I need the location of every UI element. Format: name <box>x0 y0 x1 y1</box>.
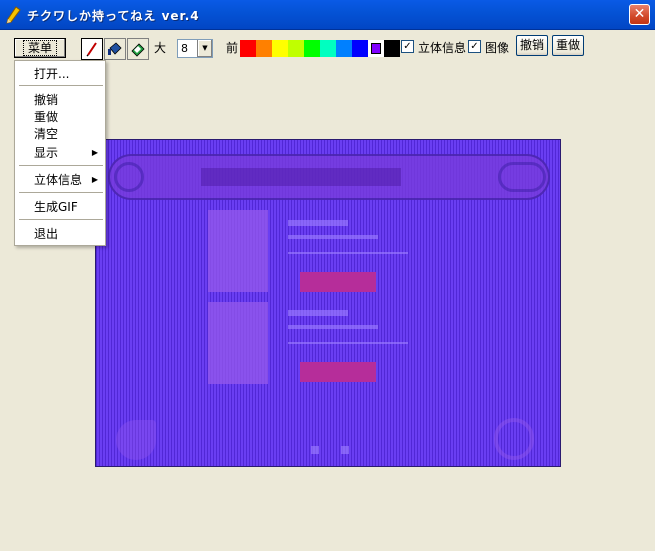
submenu-arrow-icon: ▶ <box>91 148 98 157</box>
pencil-icon <box>86 42 97 57</box>
menu-separator <box>19 192 103 193</box>
color-swatch-1[interactable] <box>256 40 272 57</box>
image-line <box>288 252 408 254</box>
eraser-icon <box>131 43 145 57</box>
menu-item-stereo[interactable]: 立体信息 ▶ <box>15 172 105 188</box>
pencil-app-icon <box>6 6 21 24</box>
bucket-icon <box>108 42 122 55</box>
image-line <box>288 220 348 226</box>
color-swatch-4[interactable] <box>304 40 320 57</box>
foreground-label: 前 <box>226 41 239 55</box>
eraser-tool-button[interactable] <box>127 38 149 60</box>
color-swatch-6[interactable] <box>336 40 352 57</box>
undo-button[interactable]: 撤销 <box>516 35 549 56</box>
submenu-arrow-icon: ▶ <box>91 175 98 184</box>
toolbar: 菜单 大 8 ▼ 前 后 ✓ 立体信息 ✓ 图像 撤销 重做 <box>0 30 655 64</box>
image-label: 图像 <box>485 41 510 55</box>
menu-item-show[interactable]: 显示 ▶ <box>15 145 105 161</box>
menu-separator <box>19 165 103 166</box>
menu-button[interactable]: 菜单 <box>14 38 66 58</box>
size-select[interactable]: 8 ▼ <box>177 39 213 58</box>
check-icon: ✓ <box>403 41 412 52</box>
page-dot <box>311 446 319 454</box>
menu-item-stereo-label: 立体信息 <box>34 173 83 187</box>
image-line <box>288 310 348 316</box>
window-title: チクワしか持ってねえ ver.4 <box>27 9 200 23</box>
background-label: 后 <box>386 41 399 55</box>
pencil-tool-button[interactable] <box>81 38 103 60</box>
menu-item-undo[interactable]: 撤销 <box>15 92 105 108</box>
image-line <box>288 235 378 239</box>
menu-separator <box>19 219 103 220</box>
image-line <box>288 325 378 329</box>
main-menu-dropdown: 打开... 撤销 重做 清空 显示 ▶ 立体信息 ▶ 生成GIF 退出 <box>14 60 106 246</box>
menu-item-clear[interactable]: 清空 <box>15 126 105 142</box>
menu-item-show-label: 显示 <box>34 146 59 160</box>
drawing-canvas[interactable] <box>95 139 561 467</box>
menu-item-make-gif[interactable]: 生成GIF <box>15 199 105 215</box>
color-swatch-7[interactable] <box>352 40 368 57</box>
download-arrow-icon <box>208 302 268 384</box>
image-button-shape <box>300 272 376 292</box>
home-icon <box>114 162 144 192</box>
color-swatch-8[interactable] <box>368 40 384 57</box>
download-arrow-icon <box>208 210 268 292</box>
banner-text-shape <box>201 168 401 186</box>
size-value: 8 <box>181 42 188 55</box>
close-button[interactable]: ✕ <box>629 4 650 25</box>
title-bar[interactable]: チクワしか持ってねえ ver.4 ✕ <box>0 0 655 30</box>
battery-icon <box>498 162 546 192</box>
color-palette <box>240 40 400 57</box>
menu-item-redo[interactable]: 重做 <box>15 109 105 125</box>
image-line <box>288 342 408 344</box>
size-label: 大 <box>154 41 167 55</box>
back-icon <box>116 420 156 460</box>
stereo-label: 立体信息 <box>418 41 467 55</box>
menu-button-label: 菜单 <box>22 40 57 56</box>
chevron-down-icon[interactable]: ▼ <box>197 40 212 57</box>
menu-item-exit[interactable]: 退出 <box>15 226 105 242</box>
color-swatch-3[interactable] <box>288 40 304 57</box>
search-icon <box>494 418 534 460</box>
color-swatch-0[interactable] <box>240 40 256 57</box>
color-swatch-2[interactable] <box>272 40 288 57</box>
check-icon: ✓ <box>470 41 479 52</box>
redo-button[interactable]: 重做 <box>552 35 585 56</box>
menu-separator <box>19 85 103 86</box>
stereo-checkbox[interactable]: ✓ <box>401 40 414 53</box>
bucket-tool-button[interactable] <box>104 38 126 60</box>
color-swatch-5[interactable] <box>320 40 336 57</box>
page-dot <box>341 446 349 454</box>
menu-item-open[interactable]: 打开... <box>15 66 105 82</box>
image-checkbox[interactable]: ✓ <box>468 40 481 53</box>
image-button-shape <box>300 362 376 382</box>
